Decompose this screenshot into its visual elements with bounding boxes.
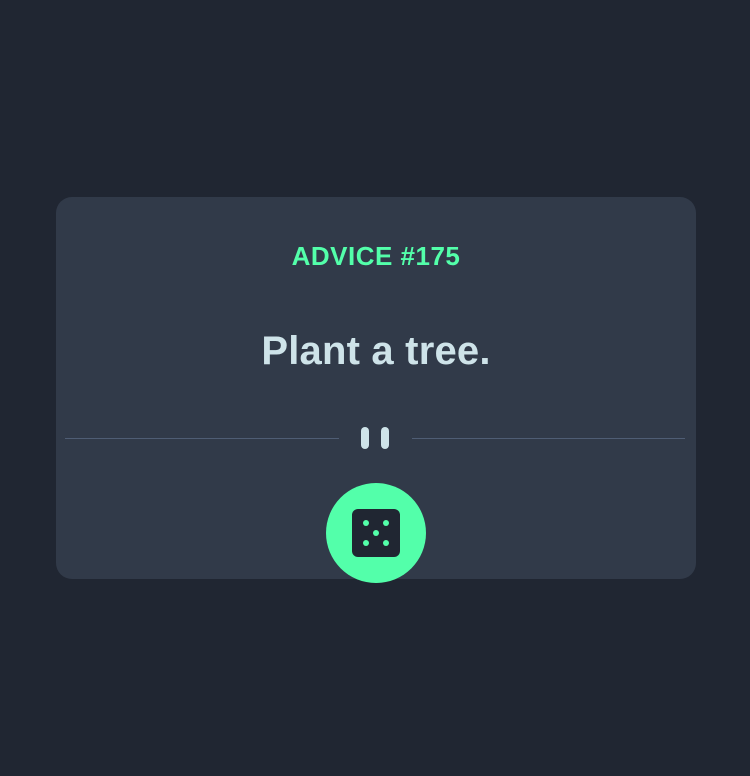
pause-bar-right	[381, 427, 389, 449]
dice-icon	[352, 509, 400, 557]
divider-line-left	[65, 438, 339, 439]
page: ADVICE #175 Plant a tree.	[0, 0, 750, 776]
divider-line-right	[412, 438, 685, 439]
advice-number: ADVICE #175	[291, 241, 461, 271]
advice-card: ADVICE #175 Plant a tree.	[56, 197, 696, 583]
pattern-divider	[65, 423, 685, 453]
pause-bar-left	[361, 427, 369, 449]
generate-advice-button[interactable]	[326, 483, 426, 583]
pause-icon	[361, 427, 391, 449]
advice-text: Plant a tree.	[261, 329, 491, 373]
